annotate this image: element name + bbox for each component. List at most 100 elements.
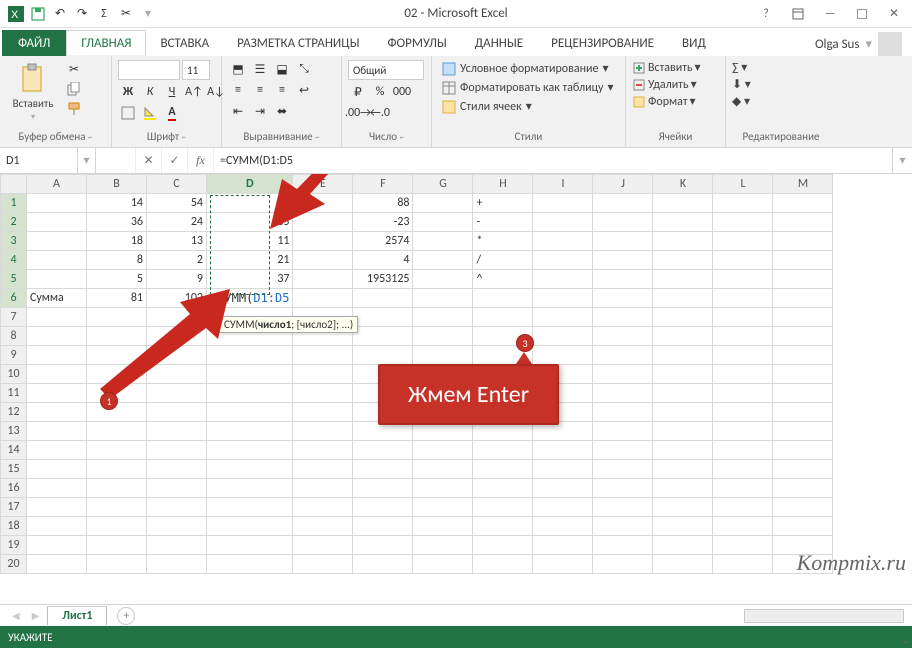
row-header-19[interactable]: 19 xyxy=(1,536,27,555)
row-header-6[interactable]: 6 xyxy=(1,289,27,308)
format-cells-button[interactable]: Формат ▾ xyxy=(632,94,719,109)
row-header-1[interactable]: 1 xyxy=(1,194,27,213)
minimize-icon[interactable]: — xyxy=(818,4,842,24)
percent-button[interactable]: % xyxy=(370,83,390,101)
row-header-11[interactable]: 11 xyxy=(1,384,27,403)
help-icon[interactable]: ? xyxy=(754,4,778,24)
row-header-18[interactable]: 18 xyxy=(1,517,27,536)
paste-button[interactable]: Вставить ▾ xyxy=(6,60,60,124)
increase-font-button[interactable]: A↑ xyxy=(184,83,204,101)
increase-indent-button[interactable]: ⇥ xyxy=(250,102,270,120)
fill-color-button[interactable] xyxy=(140,104,160,122)
formula-input[interactable]: =СУММ(D1:D5 xyxy=(214,154,892,168)
cut-icon[interactable]: ✂ xyxy=(116,4,136,24)
accounting-button[interactable]: ₽ xyxy=(348,83,368,101)
enter-formula-icon[interactable]: ✓ xyxy=(162,148,188,173)
name-box-dropdown-icon[interactable]: ▾ xyxy=(78,148,96,173)
format-painter-button[interactable] xyxy=(64,100,84,118)
font-size-combo[interactable]: 11 xyxy=(182,60,210,80)
align-right-button[interactable]: ≡ xyxy=(272,81,292,99)
col-header-A[interactable]: A xyxy=(27,175,87,194)
underline-button[interactable]: Ч xyxy=(162,83,182,101)
row-header-14[interactable]: 14 xyxy=(1,441,27,460)
row-header-2[interactable]: 2 xyxy=(1,213,27,232)
col-header-B[interactable]: B xyxy=(87,175,147,194)
sheet-tab-1[interactable]: Лист1 xyxy=(47,606,107,625)
col-header-K[interactable]: K xyxy=(653,175,713,194)
decrease-indent-button[interactable]: ⇤ xyxy=(228,102,248,120)
active-cell-D6[interactable]: =СУММ(D1:D5 xyxy=(207,289,293,308)
cell-styles-button[interactable]: Стили ячеек ▾ xyxy=(438,98,619,115)
add-sheet-button[interactable]: + xyxy=(117,607,135,625)
tab-insert[interactable]: ВСТАВКА xyxy=(146,30,223,56)
orientation-button[interactable]: ⤡ xyxy=(294,60,314,78)
maximize-icon[interactable] xyxy=(850,4,874,24)
select-all-corner[interactable] xyxy=(1,175,27,194)
align-bottom-button[interactable]: ⬓ xyxy=(272,60,292,78)
col-header-G[interactable]: G xyxy=(413,175,473,194)
sheet-nav-next-icon[interactable]: ▶ xyxy=(28,609,44,622)
col-header-I[interactable]: I xyxy=(533,175,593,194)
sum-button[interactable]: ∑ ▾ xyxy=(732,60,830,75)
redo-icon[interactable]: ↷ xyxy=(72,4,92,24)
expand-formula-bar-icon[interactable]: ▾ xyxy=(892,148,912,173)
row-header-10[interactable]: 10 xyxy=(1,365,27,384)
row-header-13[interactable]: 13 xyxy=(1,422,27,441)
tab-view[interactable]: ВИД xyxy=(668,30,720,56)
copy-button[interactable] xyxy=(64,80,84,98)
col-header-H[interactable]: H xyxy=(473,175,533,194)
col-header-F[interactable]: F xyxy=(353,175,413,194)
tab-formulas[interactable]: ФОРМУЛЫ xyxy=(373,30,460,56)
format-as-table-button[interactable]: Форматировать как таблицу ▾ xyxy=(438,79,619,96)
tab-page-layout[interactable]: РАЗМЕТКА СТРАНИЦЫ xyxy=(223,30,373,56)
row-header-20[interactable]: 20 xyxy=(1,555,27,574)
comma-button[interactable]: 000 xyxy=(392,83,412,101)
close-icon[interactable]: ✕ xyxy=(882,4,906,24)
row-header-8[interactable]: 8 xyxy=(1,327,27,346)
cut-button[interactable]: ✂ xyxy=(64,60,84,78)
horizontal-scrollbar[interactable] xyxy=(744,609,904,623)
col-header-E[interactable]: E xyxy=(293,175,353,194)
excel-icon[interactable]: X xyxy=(6,4,26,24)
row-header-7[interactable]: 7 xyxy=(1,308,27,327)
undo-icon[interactable]: ↶ xyxy=(50,4,70,24)
merge-button[interactable]: ⬌ xyxy=(272,102,292,120)
cancel-formula-icon[interactable]: ✕ xyxy=(136,148,162,173)
sum-icon[interactable]: Σ xyxy=(94,4,114,24)
align-middle-button[interactable]: ☰ xyxy=(250,60,270,78)
col-header-C[interactable]: C xyxy=(147,175,207,194)
row-header-9[interactable]: 9 xyxy=(1,346,27,365)
row-header-4[interactable]: 4 xyxy=(1,251,27,270)
border-button[interactable] xyxy=(118,104,138,122)
ribbon-display-icon[interactable] xyxy=(786,4,810,24)
number-format-combo[interactable]: Общий xyxy=(348,60,424,80)
row-header-5[interactable]: 5 xyxy=(1,270,27,289)
row-header-17[interactable]: 17 xyxy=(1,498,27,517)
align-top-button[interactable]: ⬒ xyxy=(228,60,248,78)
delete-cells-button[interactable]: Удалить ▾ xyxy=(632,77,719,92)
tab-data[interactable]: ДАННЫЕ xyxy=(461,30,537,56)
collapse-ribbon-icon[interactable]: ⌃ xyxy=(901,639,910,652)
insert-cells-button[interactable]: Вставить ▾ xyxy=(632,60,719,75)
increase-decimal-button[interactable]: .00→ xyxy=(348,104,368,122)
insert-function-icon[interactable]: fx xyxy=(188,148,214,173)
col-header-L[interactable]: L xyxy=(713,175,773,194)
align-center-button[interactable]: ≡ xyxy=(250,81,270,99)
col-header-M[interactable]: M xyxy=(773,175,833,194)
tab-file[interactable]: ФАЙЛ xyxy=(2,30,66,56)
clear-button[interactable]: ◆ ▾ xyxy=(732,94,830,109)
col-header-J[interactable]: J xyxy=(593,175,653,194)
save-icon[interactable] xyxy=(28,4,48,24)
user-account[interactable]: Olga Sus ▾ xyxy=(815,32,910,56)
row-header-3[interactable]: 3 xyxy=(1,232,27,251)
italic-button[interactable]: К xyxy=(140,83,160,101)
row-header-15[interactable]: 15 xyxy=(1,460,27,479)
align-left-button[interactable]: ≡ xyxy=(228,81,248,99)
font-color-button[interactable]: A xyxy=(162,104,182,122)
wrap-text-button[interactable]: ↩ xyxy=(294,81,314,99)
row-header-12[interactable]: 12 xyxy=(1,403,27,422)
tab-home[interactable]: ГЛАВНАЯ xyxy=(66,30,146,56)
row-header-16[interactable]: 16 xyxy=(1,479,27,498)
bold-button[interactable]: Ж xyxy=(118,83,138,101)
sheet-nav-prev-icon[interactable]: ◀ xyxy=(8,609,24,622)
